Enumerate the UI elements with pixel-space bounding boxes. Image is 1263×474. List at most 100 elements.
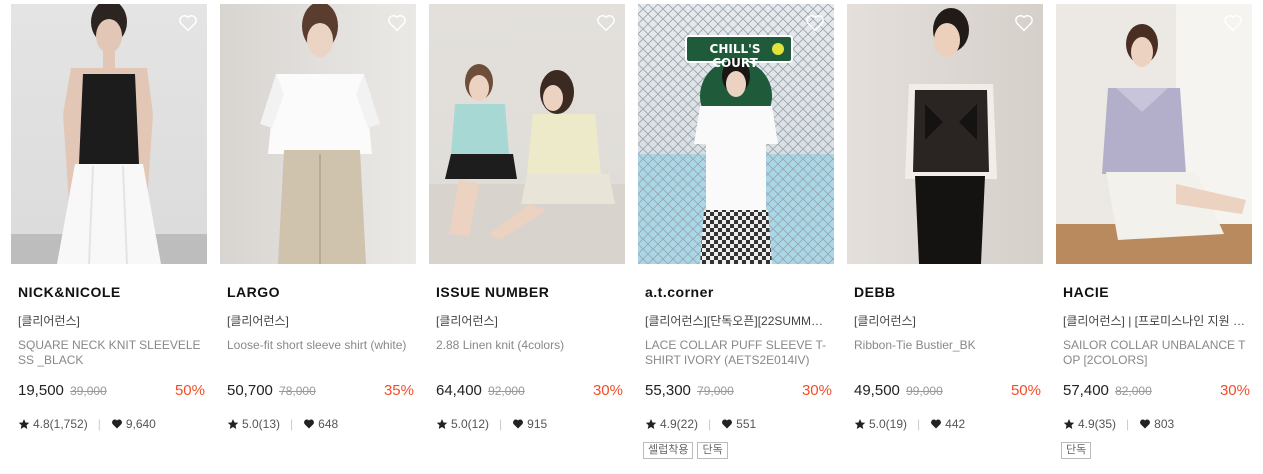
product-name[interactable]: LACE COLLAR PUFF SLEEVE T-SHIRT IVORY (A…: [645, 338, 833, 368]
review-like-row: 4.9(22) | 551: [645, 417, 756, 431]
discount-rate: 50%: [1010, 382, 1041, 399]
product-name[interactable]: SQUARE NECK KNIT SLEEVELESS _BLACK: [18, 338, 206, 368]
sale-price: 19,500: [18, 382, 64, 399]
discount-rate: 50%: [174, 382, 205, 399]
rating-text: 5.0(12): [451, 417, 490, 431]
star-icon: [18, 419, 30, 429]
like-count: 442: [945, 417, 966, 431]
price-block: 55,300 79,000: [645, 382, 734, 399]
like-count: 551: [736, 417, 757, 431]
price-block: 57,400 82,000: [1063, 382, 1152, 399]
original-price: 78,000: [279, 384, 316, 398]
discount-rate: 30%: [1219, 382, 1250, 399]
product-card[interactable]: HACIE [클리어런스] | [프로미스나인 지원 … SAILOR COLL…: [1056, 4, 1252, 459]
wishlist-heart-icon[interactable]: [177, 12, 199, 34]
product-grid: NICK&NICOLE [클리어런스] SQUARE NECK KNIT SLE…: [0, 0, 1263, 474]
badge-celeb: 셀럽착용: [643, 442, 694, 459]
rating-text: 5.0(13): [242, 417, 281, 431]
divider: |: [708, 417, 712, 431]
star-icon: [854, 419, 866, 429]
price-block: 49,500 99,000: [854, 382, 943, 399]
divider: |: [917, 417, 921, 431]
wishlist-heart-icon[interactable]: [804, 12, 826, 34]
product-card[interactable]: NICK&NICOLE [클리어런스] SQUARE NECK KNIT SLE…: [11, 4, 207, 431]
heart-filled-icon: [722, 419, 733, 429]
like-count: 803: [1154, 417, 1175, 431]
like-count: 9,640: [125, 417, 156, 431]
product-name[interactable]: SAILOR COLLAR UNBALANCE TOP [2COLORS]: [1063, 338, 1251, 368]
product-card[interactable]: DEBB [클리어런스] Ribbon-Tie Bustier_BK 49,50…: [847, 4, 1043, 431]
discount-rate: 30%: [592, 382, 623, 399]
rating-text: 4.8(1,752): [33, 417, 88, 431]
heart-filled-icon: [111, 419, 122, 429]
image-sign-text: CHILL'S COURT: [709, 42, 761, 70]
original-price: 39,000: [70, 384, 107, 398]
product-tagline: [클리어런스]: [436, 314, 498, 328]
sale-price: 64,400: [436, 382, 482, 399]
like-count: 648: [318, 417, 339, 431]
star-icon: [1063, 419, 1075, 429]
sale-price: 49,500: [854, 382, 900, 399]
brand-name[interactable]: ISSUE NUMBER: [436, 284, 549, 300]
product-tagline: [클리어런스] | [프로미스나인 지원 …: [1063, 314, 1245, 328]
original-price: 82,000: [1115, 384, 1152, 398]
star-icon: [227, 419, 239, 429]
review-like-row: 5.0(13) | 648: [227, 417, 338, 431]
brand-name[interactable]: HACIE: [1063, 284, 1109, 300]
original-price: 79,000: [697, 384, 734, 398]
price-block: 50,700 78,000: [227, 382, 316, 399]
heart-filled-icon: [1140, 419, 1151, 429]
review-like-row: 5.0(12) | 915: [436, 417, 547, 431]
product-card[interactable]: CHILL'S COURT a.t.corner [클리어런스][단독오픈][2…: [638, 4, 834, 459]
wishlist-heart-icon[interactable]: [595, 12, 617, 34]
product-image[interactable]: [429, 4, 625, 264]
review-like-row: 4.9(35) | 803: [1063, 417, 1174, 431]
rating-text: 5.0(19): [869, 417, 908, 431]
product-tagline: [클리어런스]: [18, 314, 80, 328]
sale-price: 55,300: [645, 382, 691, 399]
sale-price: 50,700: [227, 382, 273, 399]
badge-exclusive: 단독: [697, 442, 728, 459]
product-image[interactable]: [1056, 4, 1252, 264]
heart-filled-icon: [513, 419, 524, 429]
product-tagline: [클리어런스][단독오픈][22SUMM…: [645, 314, 824, 328]
brand-name[interactable]: a.t.corner: [645, 284, 714, 300]
product-card[interactable]: ISSUE NUMBER [클리어런스] 2.88 Linen knit (4c…: [429, 4, 625, 431]
rating-text: 4.9(35): [1078, 417, 1117, 431]
price-block: 19,500 39,000: [18, 382, 107, 399]
product-tagline: [클리어런스]: [227, 314, 289, 328]
brand-name[interactable]: LARGO: [227, 284, 280, 300]
heart-filled-icon: [304, 419, 315, 429]
wishlist-heart-icon[interactable]: [1013, 12, 1035, 34]
product-image[interactable]: [11, 4, 207, 264]
like-count: 915: [527, 417, 548, 431]
product-image[interactable]: [220, 4, 416, 264]
product-image[interactable]: [847, 4, 1043, 264]
discount-rate: 35%: [383, 382, 414, 399]
brand-name[interactable]: DEBB: [854, 284, 896, 300]
price-block: 64,400 92,000: [436, 382, 525, 399]
badge-list: 셀럽착용 단독: [643, 442, 728, 459]
product-name[interactable]: Loose-fit short sleeve shirt (white): [227, 338, 415, 368]
product-card[interactable]: LARGO [클리어런스] Loose-fit short sleeve shi…: [220, 4, 416, 431]
product-name[interactable]: Ribbon-Tie Bustier_BK: [854, 338, 1042, 368]
divider: |: [97, 417, 101, 431]
product-tagline: [클리어런스]: [854, 314, 916, 328]
product-name[interactable]: 2.88 Linen knit (4colors): [436, 338, 624, 368]
original-price: 92,000: [488, 384, 525, 398]
review-like-row: 4.8(1,752) | 9,640: [18, 417, 156, 431]
review-like-row: 5.0(19) | 442: [854, 417, 965, 431]
divider: |: [499, 417, 503, 431]
rating-text: 4.9(22): [660, 417, 699, 431]
wishlist-heart-icon[interactable]: [386, 12, 408, 34]
star-icon: [436, 419, 448, 429]
product-image[interactable]: CHILL'S COURT: [638, 4, 834, 264]
heart-filled-icon: [931, 419, 942, 429]
sale-price: 57,400: [1063, 382, 1109, 399]
divider: |: [290, 417, 294, 431]
badge-list: 단독: [1061, 442, 1092, 459]
discount-rate: 30%: [801, 382, 832, 399]
brand-name[interactable]: NICK&NICOLE: [18, 284, 121, 300]
original-price: 99,000: [906, 384, 943, 398]
wishlist-heart-icon[interactable]: [1222, 12, 1244, 34]
